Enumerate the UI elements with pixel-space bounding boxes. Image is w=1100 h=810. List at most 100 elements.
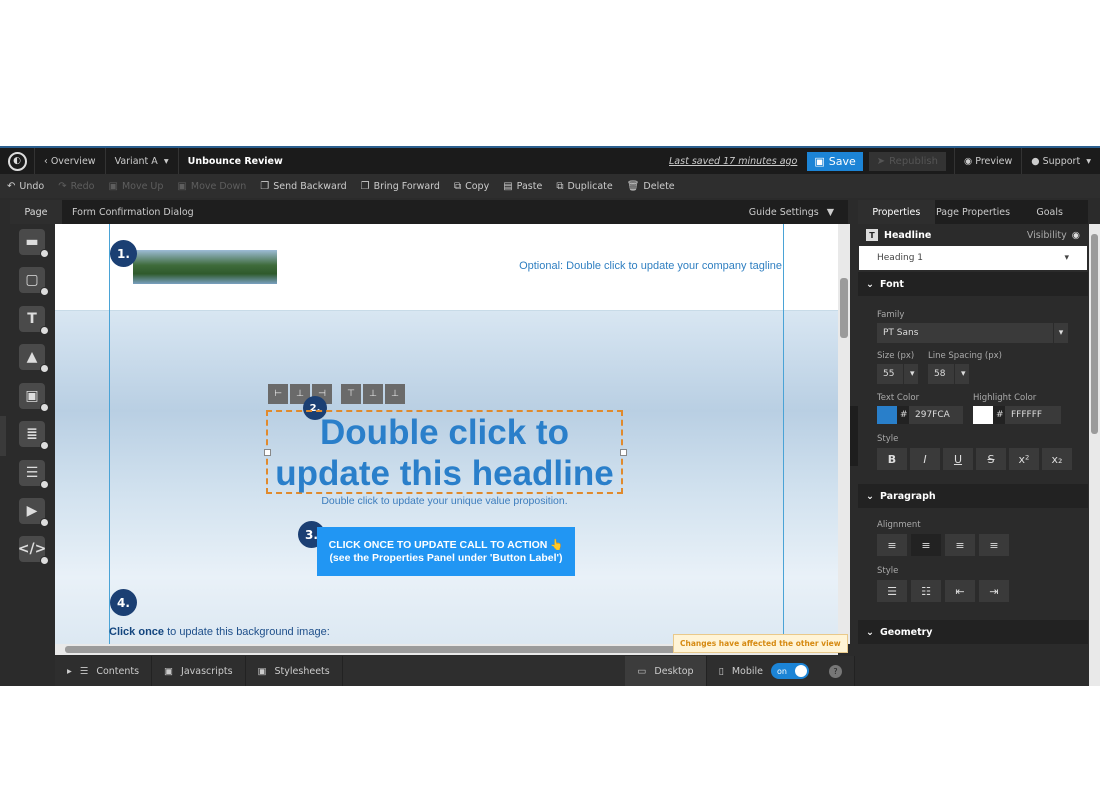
indent-button[interactable]: ⇥: [979, 580, 1009, 602]
move-up-button[interactable]: ▣ Move Up: [101, 181, 170, 192]
bring-forward-label: Bring Forward: [373, 180, 440, 192]
text-tool[interactable]: T: [19, 306, 49, 335]
highlight-color-swatch[interactable]: [973, 406, 993, 424]
scroll-thumb[interactable]: [840, 278, 848, 338]
tab-properties[interactable]: Properties: [858, 200, 935, 224]
align-top-icon[interactable]: ⊤: [341, 384, 361, 404]
html-tool[interactable]: </>: [18, 536, 49, 565]
resize-handle-left[interactable]: [264, 449, 271, 456]
align-middle-icon[interactable]: ⊥: [363, 384, 383, 404]
mobile-view-button[interactable]: ▯ Mobile on?: [707, 656, 855, 686]
duplicate-button[interactable]: ⧉ Duplicate: [549, 181, 619, 192]
js-icon: ▣: [164, 665, 174, 677]
mobile-toggle[interactable]: on: [771, 663, 809, 679]
paragraph-section-header[interactable]: ⌄ Paragraph: [858, 484, 1088, 508]
resize-handle-right[interactable]: [620, 449, 627, 456]
geometry-section-header[interactable]: ⌄ Geometry: [858, 620, 1088, 644]
text-color-picker[interactable]: # 297FCA: [877, 406, 963, 424]
size-label: Size (px): [877, 351, 915, 361]
expand-icon: ▸: [67, 665, 72, 677]
justify-button[interactable]: ≡: [945, 534, 975, 556]
right-panel-toggle[interactable]: [850, 406, 858, 466]
variant-dropdown[interactable]: Variant A ▾: [104, 148, 178, 174]
chevron-down-icon: ▾: [1064, 253, 1069, 263]
overview-link[interactable]: ‹ Overview: [34, 148, 105, 174]
tab-goals[interactable]: Goals: [1011, 200, 1088, 224]
heading-level-select[interactable]: Heading 1 ▾: [859, 246, 1087, 270]
scroll-thumb[interactable]: [1091, 234, 1098, 434]
help-icon[interactable]: ?: [829, 664, 842, 678]
chevron-down-icon: ⌄: [866, 626, 874, 638]
canvas-vertical-scrollbar[interactable]: [838, 224, 850, 644]
javascripts-button[interactable]: ▣ Javascripts: [152, 656, 246, 686]
font-section-header[interactable]: ⌄ Font: [858, 272, 1088, 296]
text-icon: T: [27, 311, 37, 327]
contents-button[interactable]: ▸ ☰ Contents: [55, 656, 153, 686]
italic-button[interactable]: I: [910, 448, 940, 470]
box-tool[interactable]: ▢: [19, 267, 49, 296]
cta-button[interactable]: CLICK ONCE TO UPDATE CALL TO ACTION 👆 (s…: [317, 527, 575, 576]
numbered-list-button[interactable]: ☷: [911, 580, 941, 602]
move-down-button[interactable]: ▣ Move Down: [170, 181, 253, 192]
company-tagline[interactable]: Optional: Double click to update your co…: [519, 260, 782, 272]
redo-button[interactable]: ↷ Redo: [51, 181, 101, 192]
unbounce-logo[interactable]: ◐: [0, 148, 34, 174]
align-center-button[interactable]: ≡: [911, 534, 941, 556]
page-canvas[interactable]: 1. Optional: Double click to update your…: [55, 224, 838, 644]
align-left-button[interactable]: ≡: [877, 534, 907, 556]
send-backward-button[interactable]: ❐ Send Backward: [253, 181, 353, 192]
chevron-down-icon: ▼: [826, 206, 834, 218]
superscript-button[interactable]: x²: [1009, 448, 1039, 470]
republish-button[interactable]: ➤ Republish: [868, 151, 946, 171]
section-tool[interactable]: ▬: [19, 229, 49, 258]
desktop-view-button[interactable]: ▭ Desktop: [625, 656, 707, 686]
left-panel-toggle[interactable]: [0, 416, 6, 456]
bring-forward-button[interactable]: ❐ Bring Forward: [354, 181, 447, 192]
copy-button[interactable]: ⧉ Copy: [447, 181, 496, 192]
social-tool[interactable]: ☰: [19, 460, 49, 489]
preview-button[interactable]: ◉ Preview: [953, 148, 1021, 174]
form-tool[interactable]: ≣: [19, 421, 49, 450]
subscript-button[interactable]: x₂: [1042, 448, 1072, 470]
guide-settings-dropdown[interactable]: Guide Settings ▼: [749, 207, 834, 218]
align-bottom-icon[interactable]: ⊥: [385, 384, 405, 404]
image-tool[interactable]: ▲: [19, 344, 49, 373]
headline-text[interactable]: Double click to update this headline: [266, 410, 623, 494]
video-tool[interactable]: ▶: [19, 498, 49, 527]
paste-button[interactable]: ▤ Paste: [496, 181, 549, 192]
tab-page-properties[interactable]: Page Properties: [935, 200, 1012, 224]
alignment-label: Alignment: [877, 520, 921, 530]
bullet-list-button[interactable]: ☰: [877, 580, 907, 602]
font-family-select[interactable]: PT Sans ▾: [877, 323, 1068, 343]
alignment-buttons: ≡ ≡ ≡ ≡: [877, 534, 1088, 556]
last-saved-link[interactable]: Last saved 17 minutes ago: [669, 156, 797, 167]
panel-scrollbar[interactable]: [1089, 224, 1100, 686]
text-color-value[interactable]: 297FCA: [909, 406, 963, 424]
bottom-bar: ▸ ☰ Contents ▣ Javascripts ▣ Stylesheets ▭ De…: [55, 656, 855, 686]
save-button[interactable]: ▣ Save: [807, 151, 863, 171]
align-left-icon[interactable]: ⊢: [268, 384, 288, 404]
logo-icon: ◐: [7, 151, 27, 171]
background-instruction[interactable]: Click once to update this background ima…: [109, 626, 330, 638]
strikethrough-button[interactable]: S: [976, 448, 1006, 470]
highlight-color-picker[interactable]: # FFFFFF: [973, 406, 1061, 424]
line-spacing-select[interactable]: 58 ▾: [928, 364, 1002, 384]
eye-icon[interactable]: ◉: [1072, 230, 1080, 241]
value-proposition[interactable]: Double click to update your unique value…: [266, 495, 623, 507]
chevron-down-icon: ▾: [1086, 155, 1091, 167]
button-tool[interactable]: ▣: [19, 383, 49, 412]
breadcrumb[interactable]: Form Confirmation Dialog: [62, 207, 194, 218]
align-right-button[interactable]: ≡: [979, 534, 1009, 556]
highlight-color-value[interactable]: FFFFFF: [1005, 406, 1061, 424]
bold-button[interactable]: B: [877, 448, 907, 470]
size-select[interactable]: 55 ▾: [877, 364, 918, 384]
undo-button[interactable]: ↶ Undo: [0, 181, 51, 192]
stylesheets-button[interactable]: ▣ Stylesheets: [246, 656, 343, 686]
page-tab[interactable]: Page: [10, 200, 62, 224]
support-dropdown[interactable]: ● Support ▾: [1021, 148, 1100, 174]
delete-button[interactable]: 🗑 Delete: [620, 181, 682, 192]
underline-button[interactable]: U: [943, 448, 973, 470]
outdent-button[interactable]: ⇤: [945, 580, 975, 602]
header-image[interactable]: [133, 250, 277, 284]
text-color-swatch[interactable]: [877, 406, 897, 424]
